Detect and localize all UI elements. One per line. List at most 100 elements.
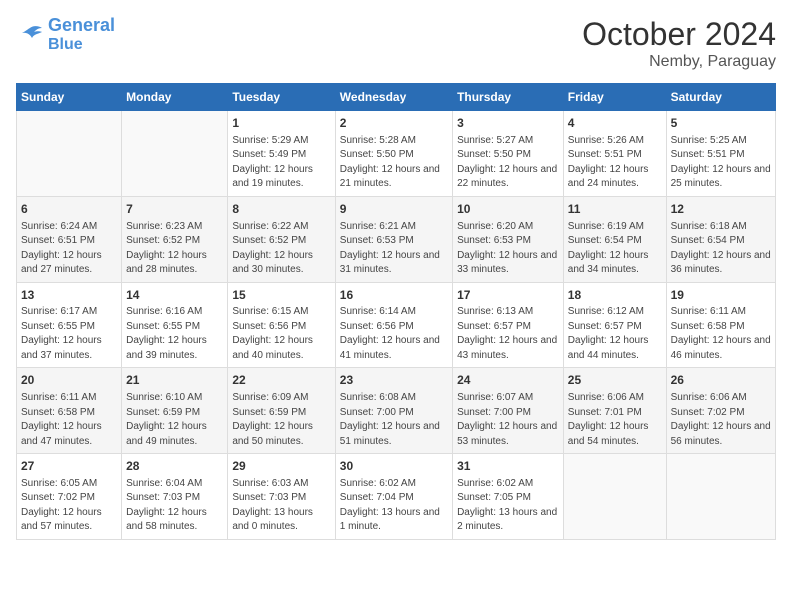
day-number: 18 (568, 287, 662, 304)
day-number: 5 (671, 115, 771, 132)
day-info: Sunrise: 6:13 AM Sunset: 6:57 PM Dayligh… (457, 305, 559, 363)
day-info: Sunrise: 6:11 AM Sunset: 6:58 PM Dayligh… (671, 305, 771, 363)
logo-text: General Blue (48, 16, 115, 53)
day-info: Sunrise: 5:25 AM Sunset: 5:51 PM Dayligh… (671, 134, 771, 192)
day-number: 29 (232, 458, 330, 475)
day-number: 30 (340, 458, 448, 475)
calendar-cell: 14Sunrise: 6:16 AM Sunset: 6:55 PM Dayli… (122, 282, 228, 368)
day-number: 31 (457, 458, 559, 475)
calendar-cell: 6 Sunrise: 6:24 AM Sunset: 6:51 PM Daylig… (17, 196, 122, 282)
calendar-week-row: 1 Sunrise: 5:29 AM Sunset: 5:49 PM Daylig… (17, 111, 776, 197)
calendar-week-row: 6 Sunrise: 6:24 AM Sunset: 6:51 PM Daylig… (17, 196, 776, 282)
day-info: Sunrise: 6:23 AM Sunset: 6:52 PM Dayligh… (126, 220, 223, 278)
day-number: 6 (21, 201, 117, 218)
day-info: Sunrise: 6:24 AM Sunset: 6:51 PM Dayligh… (21, 220, 117, 278)
calendar-cell (666, 454, 775, 540)
weekday-header-row: SundayMondayTuesdayWednesdayThursdayFrid… (17, 84, 776, 111)
day-number: 23 (340, 372, 448, 389)
calendar-cell: 1 Sunrise: 5:29 AM Sunset: 5:49 PM Daylig… (228, 111, 335, 197)
weekday-header-monday: Monday (122, 84, 228, 111)
calendar-cell: 21 Sunrise: 6:10 AM Sunset: 6:59 PM Dayli… (122, 368, 228, 454)
day-number: 11 (568, 201, 662, 218)
month-title: October 2024 (582, 16, 776, 53)
day-info: Sunrise: 5:26 AM Sunset: 5:51 PM Dayligh… (568, 134, 662, 192)
calendar-cell: 23 Sunrise: 6:08 AM Sunset: 7:00 PM Dayli… (335, 368, 452, 454)
calendar-week-row: 20 Sunrise: 6:11 AM Sunset: 6:58 PM Dayli… (17, 368, 776, 454)
day-info: Sunrise: 6:15 AM Sunset: 6:56 PM Dayligh… (232, 305, 330, 363)
day-number: 15 (232, 287, 330, 304)
calendar-cell: 25Sunrise: 6:06 AM Sunset: 7:01 PM Dayli… (563, 368, 666, 454)
weekday-header-sunday: Sunday (17, 84, 122, 111)
weekday-header-tuesday: Tuesday (228, 84, 335, 111)
weekday-header-wednesday: Wednesday (335, 84, 452, 111)
day-number: 20 (21, 372, 117, 389)
calendar-cell: 2 Sunrise: 5:28 AM Sunset: 5:50 PM Daylig… (335, 111, 452, 197)
day-info: Sunrise: 6:03 AM Sunset: 7:03 PM Dayligh… (232, 477, 330, 535)
day-info: Sunrise: 6:02 AM Sunset: 7:05 PM Dayligh… (457, 477, 559, 535)
day-number: 21 (126, 372, 223, 389)
day-number: 14 (126, 287, 223, 304)
calendar-cell: 8 Sunrise: 6:22 AM Sunset: 6:52 PM Daylig… (228, 196, 335, 282)
day-info: Sunrise: 6:19 AM Sunset: 6:54 PM Dayligh… (568, 220, 662, 278)
calendar-cell: 26 Sunrise: 6:06 AM Sunset: 7:02 PM Dayli… (666, 368, 775, 454)
calendar-cell: 17Sunrise: 6:13 AM Sunset: 6:57 PM Dayli… (453, 282, 564, 368)
weekday-header-thursday: Thursday (453, 84, 564, 111)
day-number: 9 (340, 201, 448, 218)
day-number: 26 (671, 372, 771, 389)
day-number: 13 (21, 287, 117, 304)
calendar-cell: 30 Sunrise: 6:02 AM Sunset: 7:04 PM Dayli… (335, 454, 452, 540)
day-info: Sunrise: 6:12 AM Sunset: 6:57 PM Dayligh… (568, 305, 662, 363)
day-info: Sunrise: 6:09 AM Sunset: 6:59 PM Dayligh… (232, 391, 330, 449)
calendar-cell (17, 111, 122, 197)
day-number: 17 (457, 287, 559, 304)
day-info: Sunrise: 6:11 AM Sunset: 6:58 PM Dayligh… (21, 391, 117, 449)
calendar-cell: 9 Sunrise: 6:21 AM Sunset: 6:53 PM Daylig… (335, 196, 452, 282)
day-info: Sunrise: 6:05 AM Sunset: 7:02 PM Dayligh… (21, 477, 117, 535)
day-info: Sunrise: 6:06 AM Sunset: 7:02 PM Dayligh… (671, 391, 771, 449)
calendar-cell: 15Sunrise: 6:15 AM Sunset: 6:56 PM Dayli… (228, 282, 335, 368)
day-number: 22 (232, 372, 330, 389)
location: Nemby, Paraguay (582, 53, 776, 71)
day-number: 2 (340, 115, 448, 132)
calendar-cell: 24Sunrise: 6:07 AM Sunset: 7:00 PM Dayli… (453, 368, 564, 454)
day-info: Sunrise: 6:22 AM Sunset: 6:52 PM Dayligh… (232, 220, 330, 278)
page-header: General Blue October 2024 Nemby, Paragua… (16, 16, 776, 71)
day-number: 24 (457, 372, 559, 389)
calendar-cell: 5 Sunrise: 5:25 AM Sunset: 5:51 PM Daylig… (666, 111, 775, 197)
calendar-week-row: 13Sunrise: 6:17 AM Sunset: 6:55 PM Dayli… (17, 282, 776, 368)
day-number: 27 (21, 458, 117, 475)
calendar-week-row: 27 Sunrise: 6:05 AM Sunset: 7:02 PM Dayli… (17, 454, 776, 540)
day-info: Sunrise: 6:21 AM Sunset: 6:53 PM Dayligh… (340, 220, 448, 278)
day-info: Sunrise: 6:10 AM Sunset: 6:59 PM Dayligh… (126, 391, 223, 449)
calendar-cell: 16Sunrise: 6:14 AM Sunset: 6:56 PM Dayli… (335, 282, 452, 368)
calendar-cell: 7 Sunrise: 6:23 AM Sunset: 6:52 PM Daylig… (122, 196, 228, 282)
day-number: 8 (232, 201, 330, 218)
day-info: Sunrise: 5:28 AM Sunset: 5:50 PM Dayligh… (340, 134, 448, 192)
day-info: Sunrise: 6:14 AM Sunset: 6:56 PM Dayligh… (340, 305, 448, 363)
day-info: Sunrise: 6:17 AM Sunset: 6:55 PM Dayligh… (21, 305, 117, 363)
calendar-cell: 10Sunrise: 6:20 AM Sunset: 6:53 PM Dayli… (453, 196, 564, 282)
calendar-cell: 22 Sunrise: 6:09 AM Sunset: 6:59 PM Dayli… (228, 368, 335, 454)
logo: General Blue (16, 16, 115, 53)
day-info: Sunrise: 6:20 AM Sunset: 6:53 PM Dayligh… (457, 220, 559, 278)
calendar-cell: 18Sunrise: 6:12 AM Sunset: 6:57 PM Dayli… (563, 282, 666, 368)
day-info: Sunrise: 6:08 AM Sunset: 7:00 PM Dayligh… (340, 391, 448, 449)
day-info: Sunrise: 6:16 AM Sunset: 6:55 PM Dayligh… (126, 305, 223, 363)
day-info: Sunrise: 5:29 AM Sunset: 5:49 PM Dayligh… (232, 134, 330, 192)
calendar-table: SundayMondayTuesdayWednesdayThursdayFrid… (16, 83, 776, 540)
title-block: October 2024 Nemby, Paraguay (582, 16, 776, 71)
calendar-cell: 11 Sunrise: 6:19 AM Sunset: 6:54 PM Dayli… (563, 196, 666, 282)
calendar-cell (563, 454, 666, 540)
calendar-cell: 3Sunrise: 5:27 AM Sunset: 5:50 PM Daylig… (453, 111, 564, 197)
calendar-cell: 31 Sunrise: 6:02 AM Sunset: 7:05 PM Dayli… (453, 454, 564, 540)
day-number: 28 (126, 458, 223, 475)
calendar-cell: 12Sunrise: 6:18 AM Sunset: 6:54 PM Dayli… (666, 196, 775, 282)
calendar-cell (122, 111, 228, 197)
calendar-cell: 27 Sunrise: 6:05 AM Sunset: 7:02 PM Dayli… (17, 454, 122, 540)
day-number: 1 (232, 115, 330, 132)
calendar-cell: 13Sunrise: 6:17 AM Sunset: 6:55 PM Dayli… (17, 282, 122, 368)
calendar-cell: 20 Sunrise: 6:11 AM Sunset: 6:58 PM Dayli… (17, 368, 122, 454)
day-info: Sunrise: 6:02 AM Sunset: 7:04 PM Dayligh… (340, 477, 448, 535)
day-info: Sunrise: 6:04 AM Sunset: 7:03 PM Dayligh… (126, 477, 223, 535)
day-number: 7 (126, 201, 223, 218)
